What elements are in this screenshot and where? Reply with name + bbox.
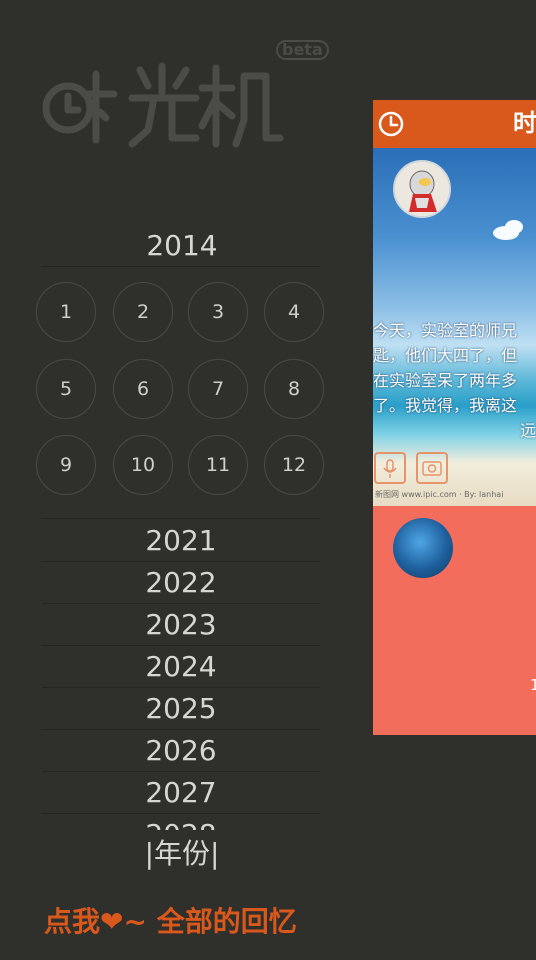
memory-card[interactable]: 1 (373, 506, 536, 735)
user-avatar[interactable] (393, 160, 451, 218)
year-item-2025[interactable]: 2025 (42, 688, 320, 730)
year-item-2022[interactable]: 2022 (42, 562, 320, 604)
month-button-4[interactable]: 4 (264, 282, 324, 342)
heart-icon: ❤ (100, 905, 124, 938)
post-line: 匙，他们大四了，但 (373, 346, 518, 365)
post-line: 今天，实验室的师兄 (373, 321, 518, 340)
card-count: 1 (530, 676, 536, 694)
cloud (505, 220, 523, 234)
year-picker-label: |年份| (144, 837, 220, 870)
divider (42, 518, 320, 519)
user-avatar[interactable] (393, 518, 453, 578)
month-button-9[interactable]: 9 (36, 435, 96, 495)
panel-title: 时 (513, 109, 536, 137)
month-button-12[interactable]: 12 (264, 435, 324, 495)
all-memories-link[interactable]: 点我❤~ 全部的回忆 (44, 900, 297, 940)
year-item-2024[interactable]: 2024 (42, 646, 320, 688)
app-logo: beta (40, 40, 330, 160)
divider (42, 266, 320, 267)
microphone-icon[interactable] (374, 452, 406, 484)
month-button-3[interactable]: 3 (188, 282, 248, 342)
post-text: 今天，实验室的师兄 匙，他们大四了，但 在实验室呆了两年多 了。我觉得，我离这 … (373, 318, 536, 443)
post-line: 远 (519, 421, 536, 440)
memory-card[interactable]: 今天，实验室的师兄 匙，他们大四了，但 在实验室呆了两年多 了。我觉得，我离这 … (373, 148, 536, 506)
year-item-2021[interactable]: 2021 (42, 520, 320, 562)
month-button-7[interactable]: 7 (188, 359, 248, 419)
image-watermark: 新图网 www.ipic.com · By: lanhai (375, 490, 504, 499)
year-item-2027[interactable]: 2027 (42, 772, 320, 814)
memories-suffix: ~ 全部的回忆 (123, 905, 297, 938)
month-button-1[interactable]: 1 (36, 282, 96, 342)
camera-icon[interactable] (416, 452, 448, 484)
month-button-6[interactable]: 6 (113, 359, 173, 419)
memories-prefix: 点我 (44, 905, 101, 938)
clock-icon[interactable] (377, 110, 405, 142)
year-item-2023[interactable]: 2023 (42, 604, 320, 646)
month-button-11[interactable]: 11 (188, 435, 248, 495)
month-button-2[interactable]: 2 (113, 282, 173, 342)
main-panel-preview[interactable]: 时 今天，实验室的师兄 匙，他们大四了，但 在实验室呆了两年多 了。我觉得，我离… (373, 100, 536, 735)
post-line: 在实验室呆了两年多 (373, 371, 518, 390)
panel-header: 时 (373, 100, 536, 148)
selected-year[interactable]: 2014 (42, 226, 322, 266)
month-button-8[interactable]: 8 (264, 359, 324, 419)
month-button-10[interactable]: 10 (113, 435, 173, 495)
year-item-2026[interactable]: 2026 (42, 730, 320, 772)
post-line: 了。我觉得，我离这 (373, 396, 518, 415)
year-list[interactable]: 2021 2022 2023 2024 2025 2026 2027 2028 (42, 520, 320, 830)
logo-graphic (42, 62, 284, 148)
beta-badge: beta (276, 40, 329, 60)
month-button-5[interactable]: 5 (36, 359, 96, 419)
year-item-2028[interactable]: 2028 (42, 814, 320, 830)
